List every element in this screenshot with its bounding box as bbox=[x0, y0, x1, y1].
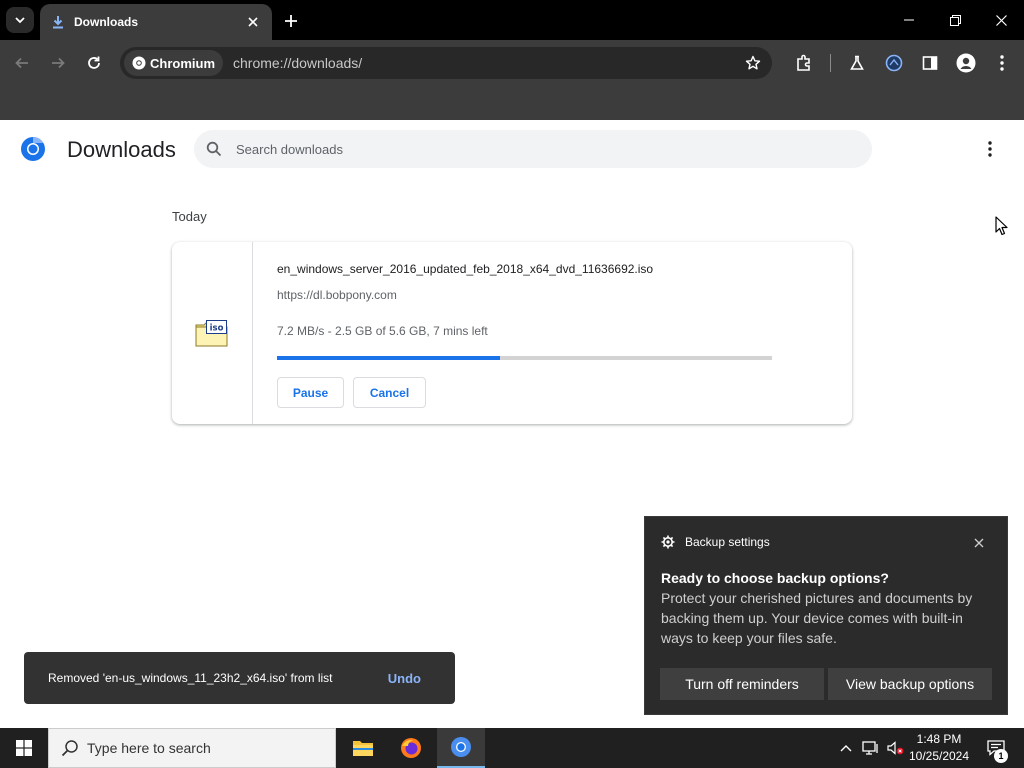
close-window-button[interactable] bbox=[978, 0, 1024, 40]
undo-button[interactable]: Undo bbox=[388, 671, 421, 686]
reload-button[interactable] bbox=[80, 49, 108, 77]
restore-icon bbox=[949, 14, 961, 26]
download-progress-bar bbox=[277, 356, 772, 360]
snackbar-message: Removed 'en-us_windows_11_23h2_x64.iso' … bbox=[48, 671, 333, 685]
forward-button[interactable] bbox=[44, 49, 72, 77]
file-explorer-taskbar-button[interactable] bbox=[339, 728, 387, 768]
reload-icon bbox=[88, 56, 100, 69]
network-icon bbox=[862, 741, 878, 755]
page-menu-button[interactable] bbox=[978, 137, 1002, 161]
windows-logo-icon bbox=[16, 740, 32, 756]
iso-file-icon: iso bbox=[195, 320, 228, 347]
clock-date: 10/25/2024 bbox=[908, 749, 970, 763]
account-icon bbox=[956, 53, 976, 73]
close-icon bbox=[995, 14, 1007, 26]
arrow-right-icon bbox=[52, 57, 65, 69]
notification-close-button[interactable] bbox=[971, 535, 987, 551]
chromium-logo-icon bbox=[451, 737, 471, 757]
extensions-button[interactable] bbox=[790, 49, 818, 77]
taskbar-clock[interactable]: 1:48 PM 10/25/2024 bbox=[906, 731, 972, 765]
notification-center-button[interactable]: 1 bbox=[978, 728, 1014, 768]
address-bar[interactable]: Chromium chrome://downloads/ bbox=[120, 47, 772, 79]
bookmark-star-button[interactable] bbox=[738, 48, 768, 78]
downloads-search[interactable] bbox=[194, 130, 872, 168]
firefox-taskbar-button[interactable] bbox=[387, 728, 435, 768]
restore-button[interactable] bbox=[932, 0, 978, 40]
tab-downloads[interactable]: Downloads bbox=[40, 4, 272, 40]
arrow-left-icon bbox=[15, 57, 28, 69]
show-hidden-icons-button[interactable] bbox=[836, 738, 856, 758]
more-vert-icon bbox=[988, 141, 992, 157]
url-text: chrome://downloads/ bbox=[233, 55, 363, 71]
turn-off-reminders-button[interactable]: Turn off reminders bbox=[660, 668, 824, 700]
volume-muted-icon bbox=[887, 741, 904, 755]
download-status: 7.2 MB/s - 2.5 GB of 5.6 GB, 7 mins left bbox=[277, 324, 488, 338]
chromium-taskbar-button[interactable] bbox=[437, 728, 485, 768]
mouse-cursor-icon bbox=[995, 216, 1008, 236]
file-source-url[interactable]: https://dl.bobpony.com bbox=[277, 288, 397, 302]
taskbar-search-placeholder: Type here to search bbox=[87, 740, 211, 756]
tab-search-button[interactable] bbox=[6, 7, 34, 33]
chevron-down-icon bbox=[15, 17, 25, 24]
new-tab-button[interactable] bbox=[280, 10, 302, 32]
close-icon bbox=[974, 538, 984, 548]
back-button[interactable] bbox=[8, 49, 36, 77]
network-button[interactable] bbox=[861, 738, 881, 758]
search-input[interactable] bbox=[236, 141, 836, 157]
volume-button[interactable] bbox=[885, 738, 905, 758]
start-button[interactable] bbox=[0, 728, 48, 768]
search-icon bbox=[61, 740, 78, 757]
download-icon bbox=[50, 14, 66, 30]
date-section-label: Today bbox=[172, 209, 207, 224]
backup-notification: Backup settings Ready to choose backup o… bbox=[644, 516, 1008, 715]
page-title: Downloads bbox=[67, 137, 176, 162]
pause-button[interactable]: Pause bbox=[277, 377, 344, 408]
cancel-button[interactable]: Cancel bbox=[353, 377, 426, 408]
browser-titlebar: Downloads bbox=[0, 0, 1024, 40]
chromium-logo-icon bbox=[21, 137, 45, 161]
puzzle-icon bbox=[797, 54, 810, 71]
chevron-up-icon bbox=[840, 745, 852, 752]
extension-globe-icon bbox=[885, 54, 903, 72]
minimize-button[interactable] bbox=[886, 0, 932, 40]
windows-taskbar: Type here to search 1:48 PM 10/25/2024 1 bbox=[0, 728, 1024, 768]
search-icon bbox=[206, 141, 222, 157]
notification-body: Protect your cherished pictures and docu… bbox=[661, 590, 973, 646]
notification-app-name: Backup settings bbox=[685, 535, 770, 549]
taskbar-search-box[interactable]: Type here to search bbox=[48, 728, 336, 768]
bookmark-bar bbox=[0, 86, 1024, 120]
tab-title: Downloads bbox=[74, 15, 139, 29]
side-panel-icon bbox=[922, 56, 938, 70]
file-icon-column: iso bbox=[172, 242, 253, 424]
chromium-logo-icon bbox=[132, 56, 146, 70]
plus-icon bbox=[285, 15, 297, 27]
download-progress-fill bbox=[277, 356, 500, 360]
tab-close-icon[interactable] bbox=[244, 13, 262, 31]
side-panel-button[interactable] bbox=[916, 49, 944, 77]
profile-button[interactable] bbox=[952, 49, 980, 77]
file-name[interactable]: en_windows_server_2016_updated_feb_2018_… bbox=[277, 262, 653, 276]
notification-count-badge: 1 bbox=[994, 749, 1008, 763]
site-chip[interactable]: Chromium bbox=[124, 50, 223, 76]
view-backup-options-button[interactable]: View backup options bbox=[828, 668, 992, 700]
browser-menu-button[interactable] bbox=[988, 49, 1016, 77]
gear-icon bbox=[661, 535, 675, 549]
firefox-icon bbox=[401, 738, 421, 758]
notification-title: Ready to choose backup options? bbox=[661, 570, 889, 586]
download-item-card: iso en_windows_server_2016_updated_feb_2… bbox=[172, 242, 852, 424]
more-vert-icon bbox=[1000, 55, 1004, 71]
clock-time: 1:48 PM bbox=[916, 732, 962, 746]
extension-button[interactable] bbox=[880, 49, 908, 77]
flask-icon bbox=[850, 55, 864, 70]
iso-label: iso bbox=[210, 324, 224, 334]
minimize-icon bbox=[904, 19, 914, 21]
notification-header: Backup settings bbox=[661, 535, 770, 549]
labs-button[interactable] bbox=[843, 49, 871, 77]
star-icon bbox=[745, 55, 761, 70]
folder-icon bbox=[353, 741, 373, 756]
toolbar-divider bbox=[830, 54, 831, 72]
removed-snackbar: Removed 'en-us_windows_11_23h2_x64.iso' … bbox=[24, 652, 455, 704]
site-chip-label: Chromium bbox=[150, 55, 215, 71]
